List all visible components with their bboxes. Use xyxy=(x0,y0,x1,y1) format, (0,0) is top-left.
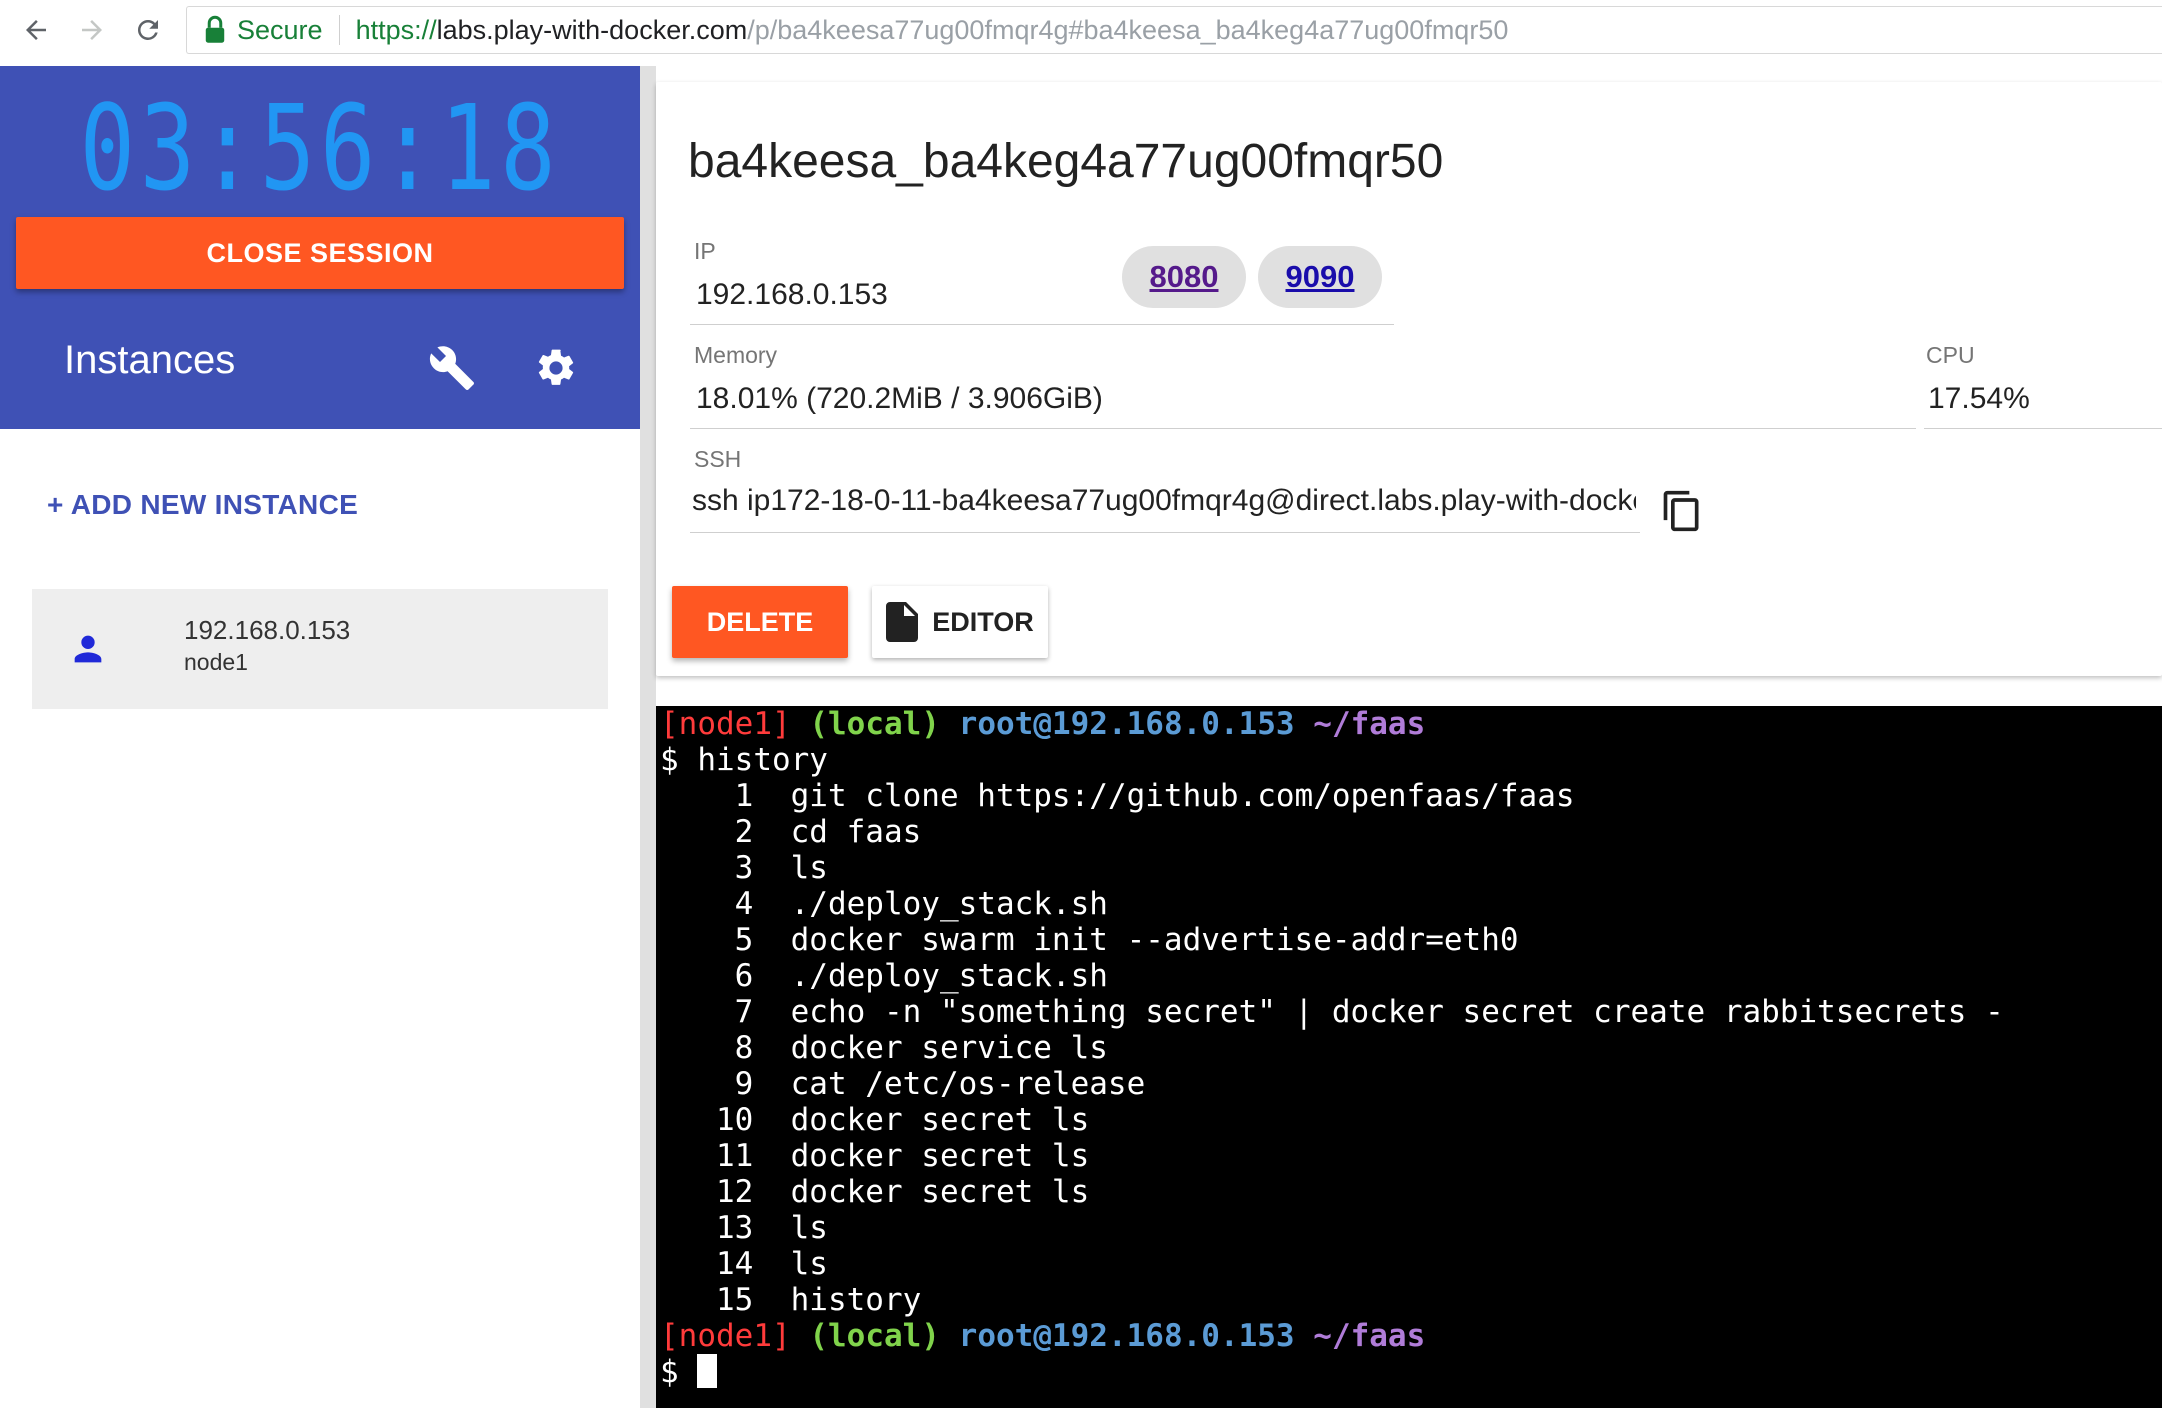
forward-button[interactable] xyxy=(64,0,120,60)
ports-underline xyxy=(1114,324,1394,325)
history-line: 5 docker swarm init --advertise-addr=eth… xyxy=(660,922,1519,958)
prompt-path: ~/faas xyxy=(1313,1318,1426,1354)
history-line: 11 docker secret ls xyxy=(660,1138,1090,1174)
prompt-node: [node1] xyxy=(660,706,791,742)
sidebar-body: + ADD NEW INSTANCE 192.168.0.153 node1 xyxy=(0,429,640,1408)
reload-icon xyxy=(137,19,158,40)
memory-label: Memory xyxy=(694,342,778,368)
instances-title: Instances xyxy=(64,338,236,382)
port-9090-link[interactable]: 9090 xyxy=(1258,246,1382,308)
history-line: 12 docker secret ls xyxy=(660,1174,1090,1210)
arrow-left-icon xyxy=(26,20,46,40)
url-scheme: https:// xyxy=(355,14,437,45)
prompt-host: root@192.168.0.153 xyxy=(958,706,1295,742)
person-icon xyxy=(74,635,102,663)
history-line: 8 docker service ls xyxy=(660,1030,1108,1066)
history-line: 10 docker secret ls xyxy=(660,1102,1090,1138)
lock-icon xyxy=(205,15,225,43)
ip-value: 192.168.0.153 xyxy=(696,278,888,311)
prompt-symbol: $ xyxy=(660,1354,679,1390)
ip-underline xyxy=(690,324,1120,325)
instance-list-item[interactable]: 192.168.0.153 node1 xyxy=(32,589,608,709)
ssh-value[interactable]: ssh ip172-18-0-11-ba4keesa77ug00fmqr4g@d… xyxy=(692,484,1636,518)
history-line: 4 ./deploy_stack.sh xyxy=(660,886,1108,922)
instance-ip: 192.168.0.153 xyxy=(184,615,351,645)
memory-underline xyxy=(690,428,1916,429)
prompt-local: (local) xyxy=(809,1318,940,1354)
sidebar-header: 03:56:18 CLOSE SESSION Instances xyxy=(0,66,640,429)
prompt-path: ~/faas xyxy=(1313,706,1426,742)
terminal-command-line: $ history xyxy=(660,742,828,778)
instance-name: node1 xyxy=(184,649,248,675)
add-new-instance-button[interactable]: + ADD NEW INSTANCE xyxy=(47,489,358,521)
memory-value: 18.01% (720.2MiB / 3.906GiB) xyxy=(696,382,1103,415)
url-text: https://labs.play-with-docker.com/p/ba4k… xyxy=(356,15,1509,46)
arrow-right-icon xyxy=(82,20,102,40)
file-icon xyxy=(886,602,919,642)
delete-button[interactable]: DELETE xyxy=(672,586,848,658)
panel-divider xyxy=(640,66,656,1408)
wrench-icon[interactable] xyxy=(428,344,476,392)
ip-label: IP xyxy=(694,238,716,264)
editor-label: EDITOR xyxy=(932,606,1034,637)
back-button[interactable] xyxy=(8,0,64,60)
history-line: 2 cd faas xyxy=(660,814,922,850)
history-line: 3 ls xyxy=(660,850,828,886)
terminal[interactable]: [node1] (local) root@192.168.0.153 ~/faa… xyxy=(656,706,2162,1408)
cpu-value: 17.54% xyxy=(1928,382,2030,415)
prompt-host: root@192.168.0.153 xyxy=(958,1318,1295,1354)
history-line: 14 ls xyxy=(660,1246,828,1282)
instance-title: ba4keesa_ba4keg4a77ug00fmqr50 xyxy=(688,135,1444,188)
history-line: 7 echo -n "something secret" | docker se… xyxy=(660,994,2004,1030)
terminal-cursor xyxy=(697,1354,718,1388)
reload-button[interactable] xyxy=(120,0,176,60)
copy-icon[interactable] xyxy=(1660,486,1704,536)
url-host: labs.play-with-docker.com xyxy=(436,14,748,45)
secure-label: Secure xyxy=(237,14,323,45)
history-line: 6 ./deploy_stack.sh xyxy=(660,958,1108,994)
terminal-prompt-line: [node1] (local) root@192.168.0.153 ~/faa… xyxy=(660,1318,1425,1354)
cpu-underline xyxy=(1924,428,2162,429)
editor-button[interactable]: EDITOR xyxy=(872,586,1048,658)
close-session-button[interactable]: CLOSE SESSION xyxy=(16,217,624,289)
prompt-local: (local) xyxy=(809,706,940,742)
address-bar[interactable]: Secure https://labs.play-with-docker.com… xyxy=(186,6,2162,54)
history-line: 13 ls xyxy=(660,1210,828,1246)
gear-icon[interactable] xyxy=(534,346,578,390)
terminal-input-line[interactable]: $ xyxy=(660,1354,718,1390)
ssh-underline xyxy=(690,532,1640,533)
history-line: 15 history xyxy=(660,1282,922,1318)
url-path: /p/ba4keesa77ug00fmqr4g#ba4keesa_ba4keg4… xyxy=(747,14,1509,45)
terminal-prompt-line: [node1] (local) root@192.168.0.153 ~/faa… xyxy=(660,706,1425,742)
prompt-node: [node1] xyxy=(660,1318,791,1354)
history-line: 1 git clone https://github.com/openfaas/… xyxy=(660,778,1575,814)
ssh-label: SSH xyxy=(694,446,742,472)
instance-details-card: ba4keesa_ba4keg4a77ug00fmqr50 IP 192.168… xyxy=(656,82,2162,676)
cpu-label: CPU xyxy=(1926,342,1975,368)
history-line: 9 cat /etc/os-release xyxy=(660,1066,1146,1102)
session-timer: 03:56:18 xyxy=(79,79,561,217)
browser-toolbar: Secure https://labs.play-with-docker.com… xyxy=(0,0,2162,66)
omnibox-separator xyxy=(338,15,340,45)
port-8080-link[interactable]: 8080 xyxy=(1122,246,1246,308)
